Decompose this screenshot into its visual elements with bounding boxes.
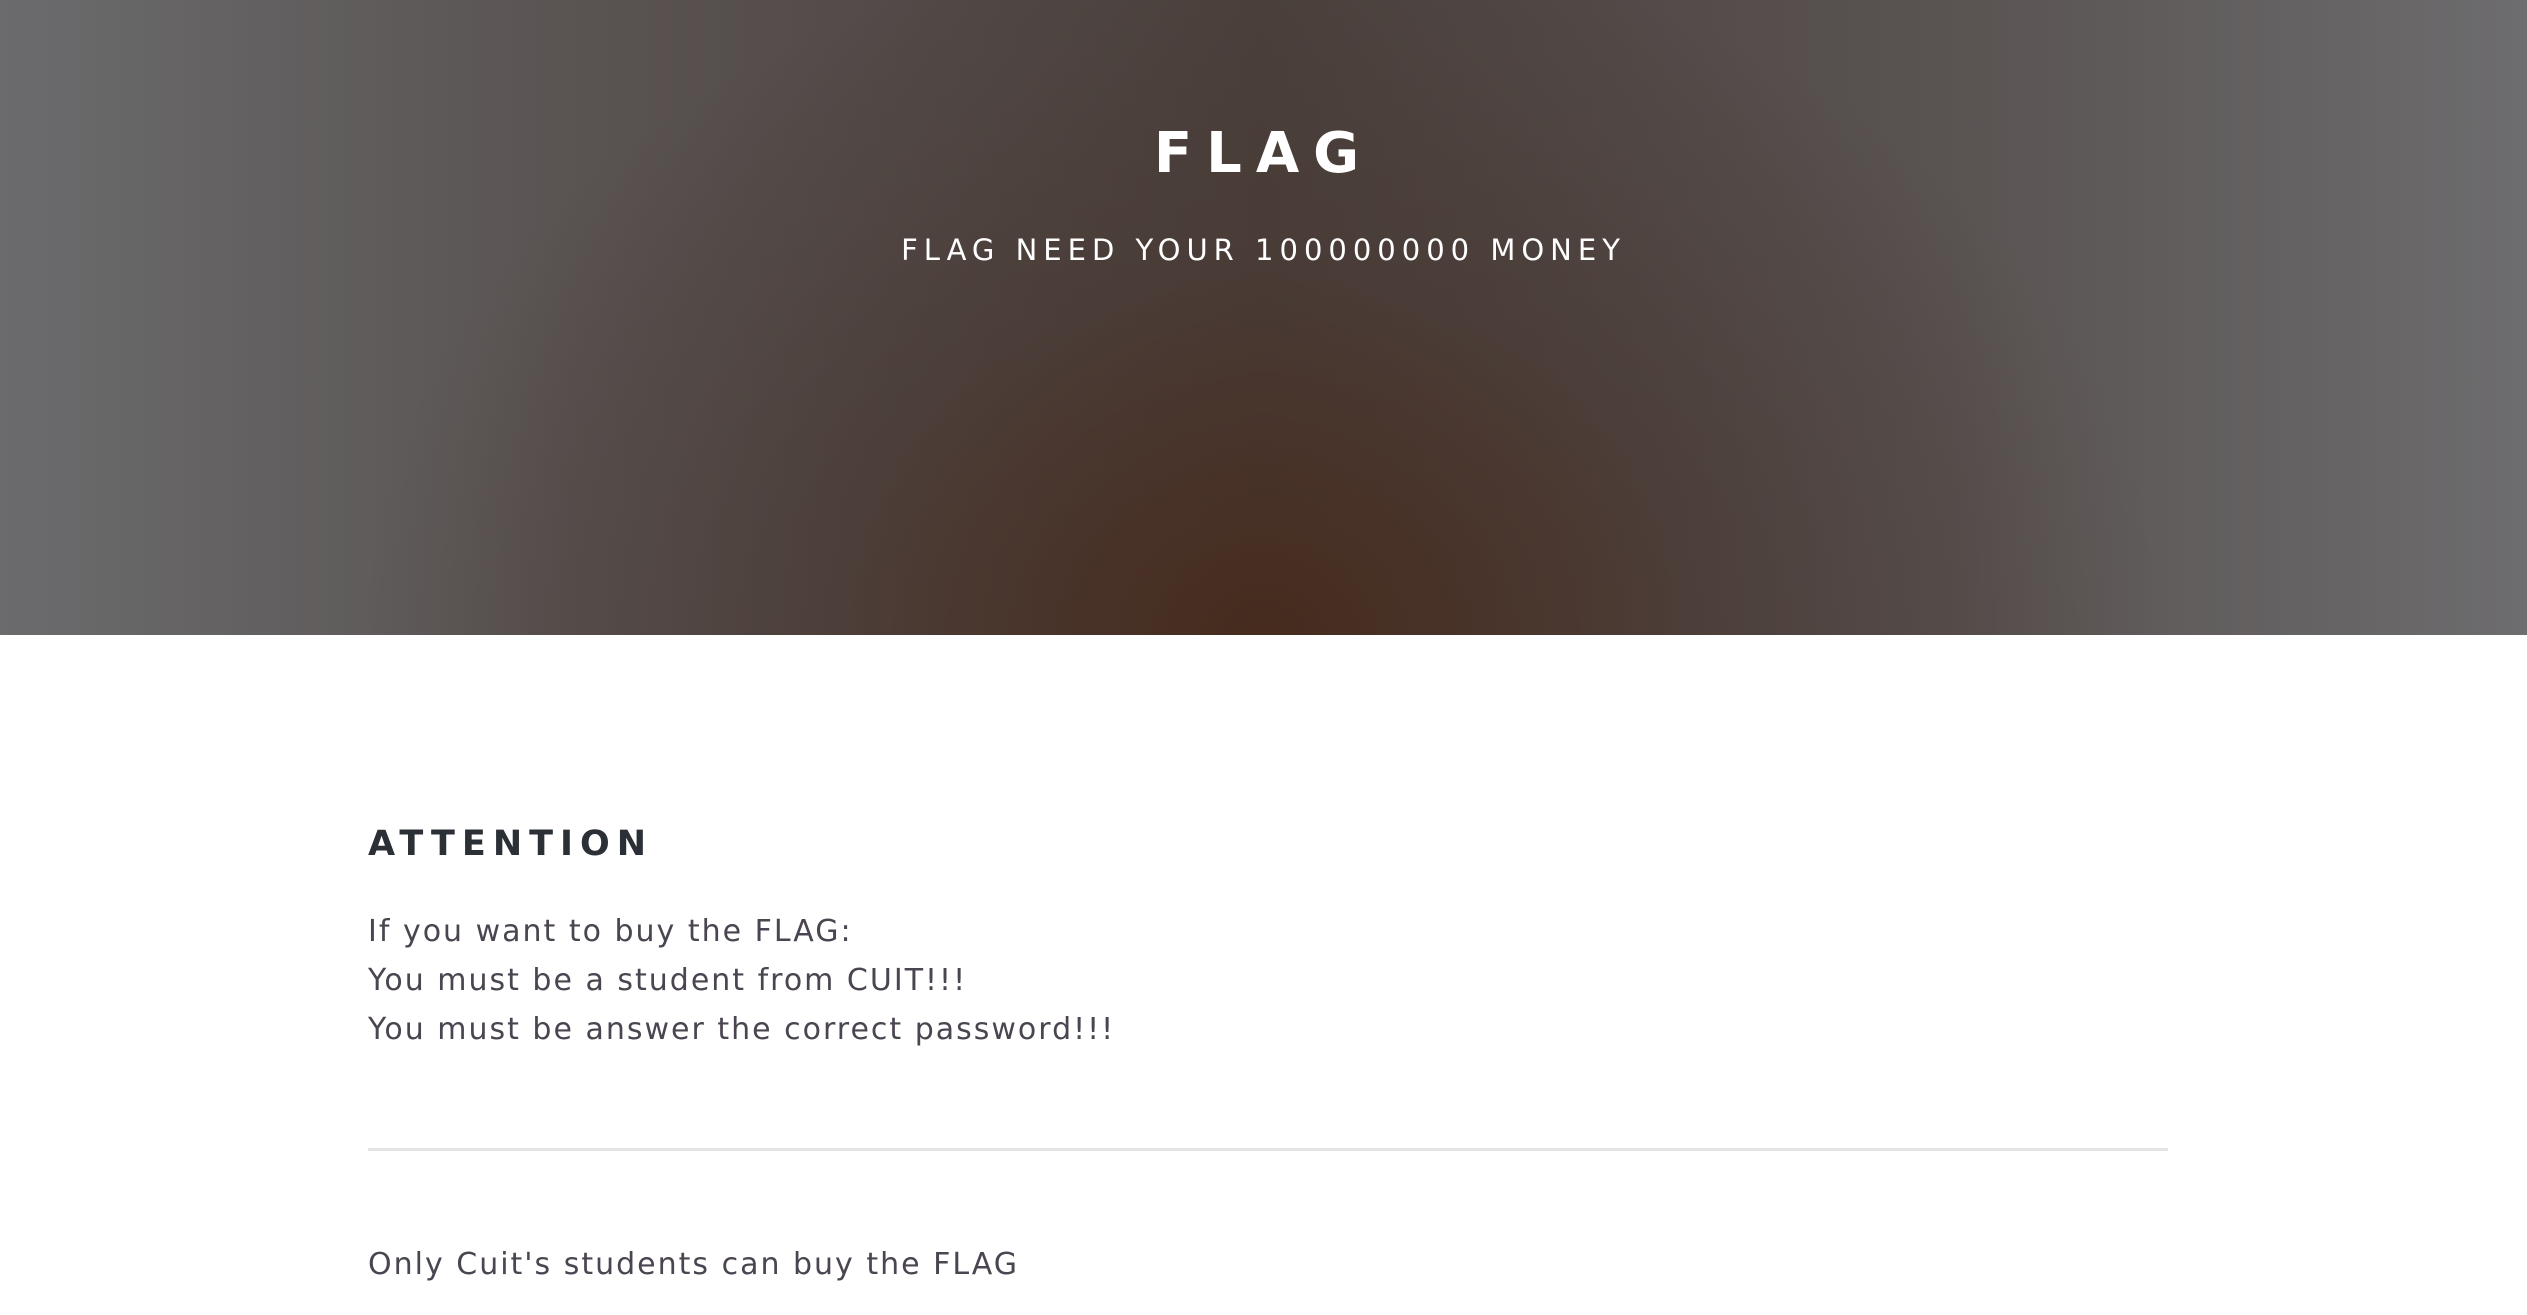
attention-line: You must be answer the correct password!…: [368, 1012, 1116, 1047]
page-subtitle: FLAG NEED YOUR 100000000 MONEY: [901, 233, 1626, 267]
section-divider: [368, 1148, 2168, 1151]
attention-line: If you want to buy the FLAG:: [368, 914, 853, 949]
page-title: FLAG: [1153, 121, 1374, 186]
attention-heading: ATTENTION: [368, 824, 654, 864]
hero-banner: FLAG FLAG NEED YOUR 100000000 MONEY: [0, 0, 2527, 635]
students-only-note: Only Cuit's students can buy the FLAG: [368, 1247, 1020, 1282]
attention-list: If you want to buy the FLAG: You must be…: [368, 907, 1115, 1054]
attention-line: You must be a student from CUIT!!!: [368, 963, 968, 998]
